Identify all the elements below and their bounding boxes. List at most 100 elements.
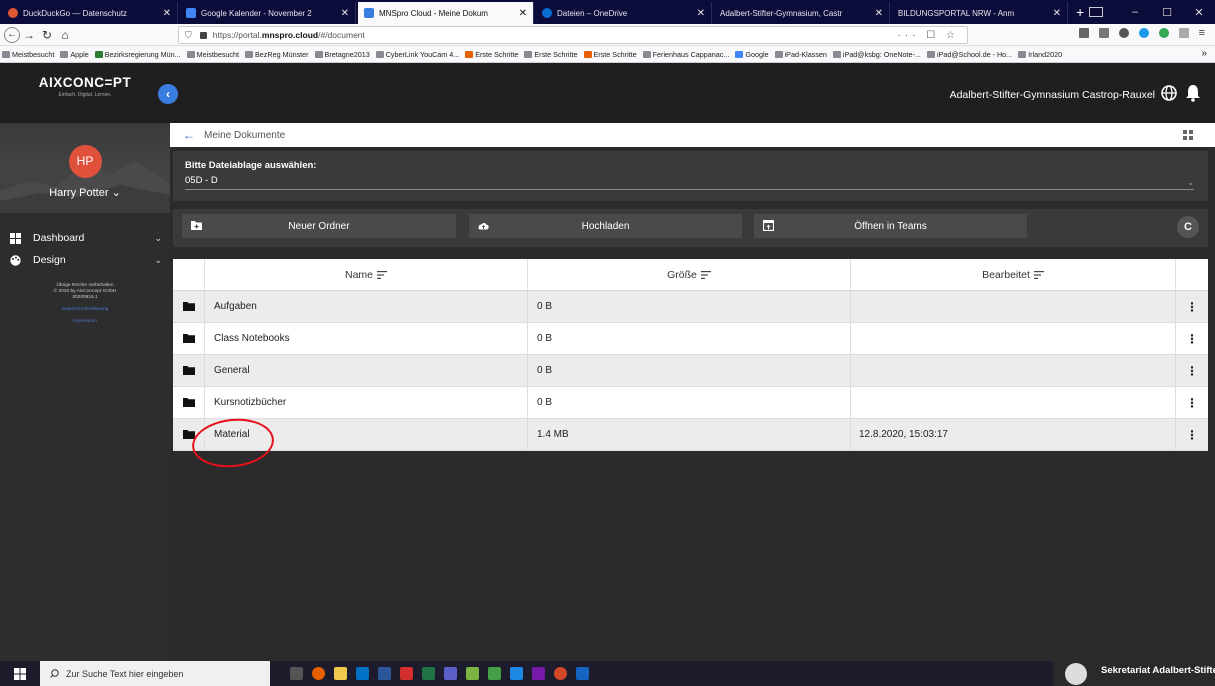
table-row[interactable]: General 0 B ⋮ — [173, 355, 1208, 387]
bookmark[interactable]: CyberLink YouCam 4... — [375, 50, 459, 59]
firefox-icon[interactable] — [312, 667, 325, 680]
reload-button[interactable]: ↻ — [38, 28, 56, 42]
row-menu-button[interactable]: ⋮ — [1176, 323, 1208, 354]
table-row[interactable]: Class Notebooks 0 B ⋮ — [173, 323, 1208, 355]
bookmark[interactable]: Ferienhaus Cappanac... — [642, 50, 729, 59]
globe-icon — [375, 50, 384, 58]
close-icon[interactable]: ✕ — [163, 8, 171, 19]
library-icon[interactable] — [1078, 28, 1089, 38]
calendar-app-icon[interactable] — [510, 667, 523, 680]
browser-tab[interactable]: Adalbert-Stifter-Gymnasium, Castr ✕ — [714, 2, 890, 24]
back-arrow-icon[interactable]: ← — [183, 128, 195, 142]
close-icon[interactable]: ✕ — [1053, 8, 1061, 19]
browser-tab[interactable]: Google Kalender - November 2 ✕ — [180, 2, 356, 24]
close-icon[interactable]: ✕ — [341, 8, 349, 19]
taskbar-search-input[interactable]: Zur Suche Text hier eingeben — [40, 661, 270, 686]
windows-start-button[interactable] — [0, 661, 40, 686]
more-bookmarks-icon[interactable]: » — [1201, 48, 1207, 59]
column-header-size[interactable]: Größe — [528, 259, 851, 290]
grid-view-icon[interactable] — [1183, 130, 1193, 140]
app-icon[interactable] — [576, 667, 589, 680]
bookmark[interactable]: Erste Schritte — [524, 50, 578, 59]
maximize-button[interactable]: ☐ — [1151, 6, 1183, 19]
url-bar[interactable]: ⛉ https://portal.mnspro.cloud/#/document… — [178, 26, 968, 44]
bookmark[interactable]: Erste Schritte — [465, 50, 518, 59]
app-icon[interactable] — [488, 667, 501, 680]
upload-button[interactable]: Hochladen — [469, 214, 742, 238]
bookmark-folder[interactable]: Bretagne2013 — [314, 50, 370, 59]
globe-icon[interactable] — [1161, 85, 1177, 101]
bookmark-folder[interactable]: iPad-Klassen — [774, 50, 827, 59]
forward-button[interactable]: → — [20, 28, 38, 42]
sidebar-item-design[interactable]: Design ⌄ — [0, 249, 170, 271]
teams-icon[interactable] — [444, 667, 457, 680]
sidebar-item-dashboard[interactable]: Dashboard ⌄ — [0, 227, 170, 249]
home-button[interactable]: ⌂ — [56, 28, 74, 42]
browser-tab-active[interactable]: MNSpro Cloud - Meine Dokum ✕ — [358, 2, 534, 24]
column-header-edited[interactable]: Bearbeitet — [851, 259, 1176, 290]
close-icon[interactable]: ✕ — [875, 8, 883, 19]
minimize-button[interactable]: – — [1119, 6, 1151, 18]
browser-tab[interactable]: DuckDuckGo — Datenschutz ✕ — [2, 2, 178, 24]
bookmark[interactable]: Erste Schritte — [583, 50, 637, 59]
bookmark[interactable]: Meistbesucht — [2, 50, 54, 59]
account-icon[interactable] — [1118, 28, 1129, 38]
extension-icon[interactable] — [1158, 28, 1169, 38]
excel-icon[interactable] — [422, 667, 435, 680]
browser-tab[interactable]: Dateien – OneDrive ✕ — [536, 2, 712, 24]
row-menu-button[interactable]: ⋮ — [1176, 291, 1208, 322]
column-header-name[interactable]: Name — [205, 259, 528, 290]
close-icon[interactable]: ✕ — [519, 8, 527, 19]
globe-icon — [926, 50, 935, 58]
imprint-link[interactable]: Impressum — [0, 319, 170, 325]
open-in-teams-button[interactable]: Öffnen in Teams — [754, 214, 1027, 238]
notification-toast[interactable]: Sekretariat Adalbert-Stifter — [1053, 655, 1215, 686]
sidebar-icon[interactable] — [1098, 28, 1109, 38]
row-menu-button[interactable]: ⋮ — [1176, 419, 1208, 450]
refresh-button[interactable]: C — [1177, 216, 1199, 238]
avatar[interactable]: HP — [68, 145, 102, 178]
acrobat-icon[interactable] — [400, 667, 413, 680]
bookmark[interactable]: Meistbesucht — [186, 50, 239, 59]
folder-name[interactable]: Aufgaben — [205, 291, 528, 322]
privacy-link[interactable]: Datenschutzerklärung — [0, 307, 170, 313]
menu-icon[interactable]: ≡ — [1199, 27, 1205, 39]
bookmark[interactable]: iPad@ksbg: OneNote-... — [832, 50, 921, 59]
folder-name[interactable]: Class Notebooks — [205, 323, 528, 354]
bookmark[interactable]: Google — [735, 50, 769, 59]
user-menu[interactable]: Harry Potter ⌄ — [49, 186, 121, 199]
storage-select[interactable]: Bitte Dateiablage auswählen: 05D - D ⌄ — [173, 151, 1208, 201]
row-menu-button[interactable]: ⋮ — [1176, 355, 1208, 386]
browser-tab[interactable]: BILDUNGSPORTAL NRW - Anm ✕ — [892, 2, 1068, 24]
table-row[interactable]: Material 1.4 MB 12.8.2020, 15:03:17 ⋮ — [173, 419, 1208, 451]
bookmark[interactable]: iPad@School.de - Ho... — [926, 50, 1012, 59]
close-icon[interactable]: ✕ — [697, 8, 705, 19]
paint-icon[interactable] — [466, 667, 479, 680]
app-header: Adalbert-Stifter-Gymnasium Castrop-Rauxe… — [170, 63, 1215, 123]
table-row[interactable]: Kursnotizbücher 0 B ⋮ — [173, 387, 1208, 419]
folder-name[interactable]: Material — [205, 419, 528, 450]
page-actions-icon[interactable]: ··· ☐ ☆ — [898, 30, 959, 41]
onenote-icon[interactable] — [532, 667, 545, 680]
folder-name[interactable]: General — [205, 355, 528, 386]
close-window-button[interactable]: ✕ — [1183, 6, 1215, 19]
outlook-icon[interactable] — [356, 667, 369, 680]
collapse-sidebar-button[interactable]: ‹ — [158, 84, 178, 104]
bell-icon[interactable] — [1185, 84, 1201, 102]
table-row[interactable]: Aufgaben 0 B ⋮ — [173, 291, 1208, 323]
word-icon[interactable] — [378, 667, 391, 680]
extension-icon[interactable] — [1138, 28, 1149, 38]
row-menu-button[interactable]: ⋮ — [1176, 387, 1208, 418]
bookmark-folder[interactable]: BezReg Münster — [245, 50, 309, 59]
bookmark-folder[interactable]: Irland2020 — [1018, 50, 1062, 59]
new-tab-button[interactable]: + — [1076, 2, 1084, 24]
bookmark[interactable]: Apple — [60, 50, 89, 59]
file-explorer-icon[interactable] — [334, 667, 347, 680]
folder-name[interactable]: Kursnotizbücher — [205, 387, 528, 418]
new-folder-button[interactable]: Neuer Ordner — [182, 214, 456, 238]
back-button[interactable]: ← — [4, 26, 20, 43]
bookmark[interactable]: Bezirksregierung Mün... — [94, 50, 181, 59]
task-view-icon[interactable] — [290, 667, 303, 680]
extension-icon[interactable] — [1178, 28, 1189, 38]
powerpoint-icon[interactable] — [554, 667, 567, 680]
